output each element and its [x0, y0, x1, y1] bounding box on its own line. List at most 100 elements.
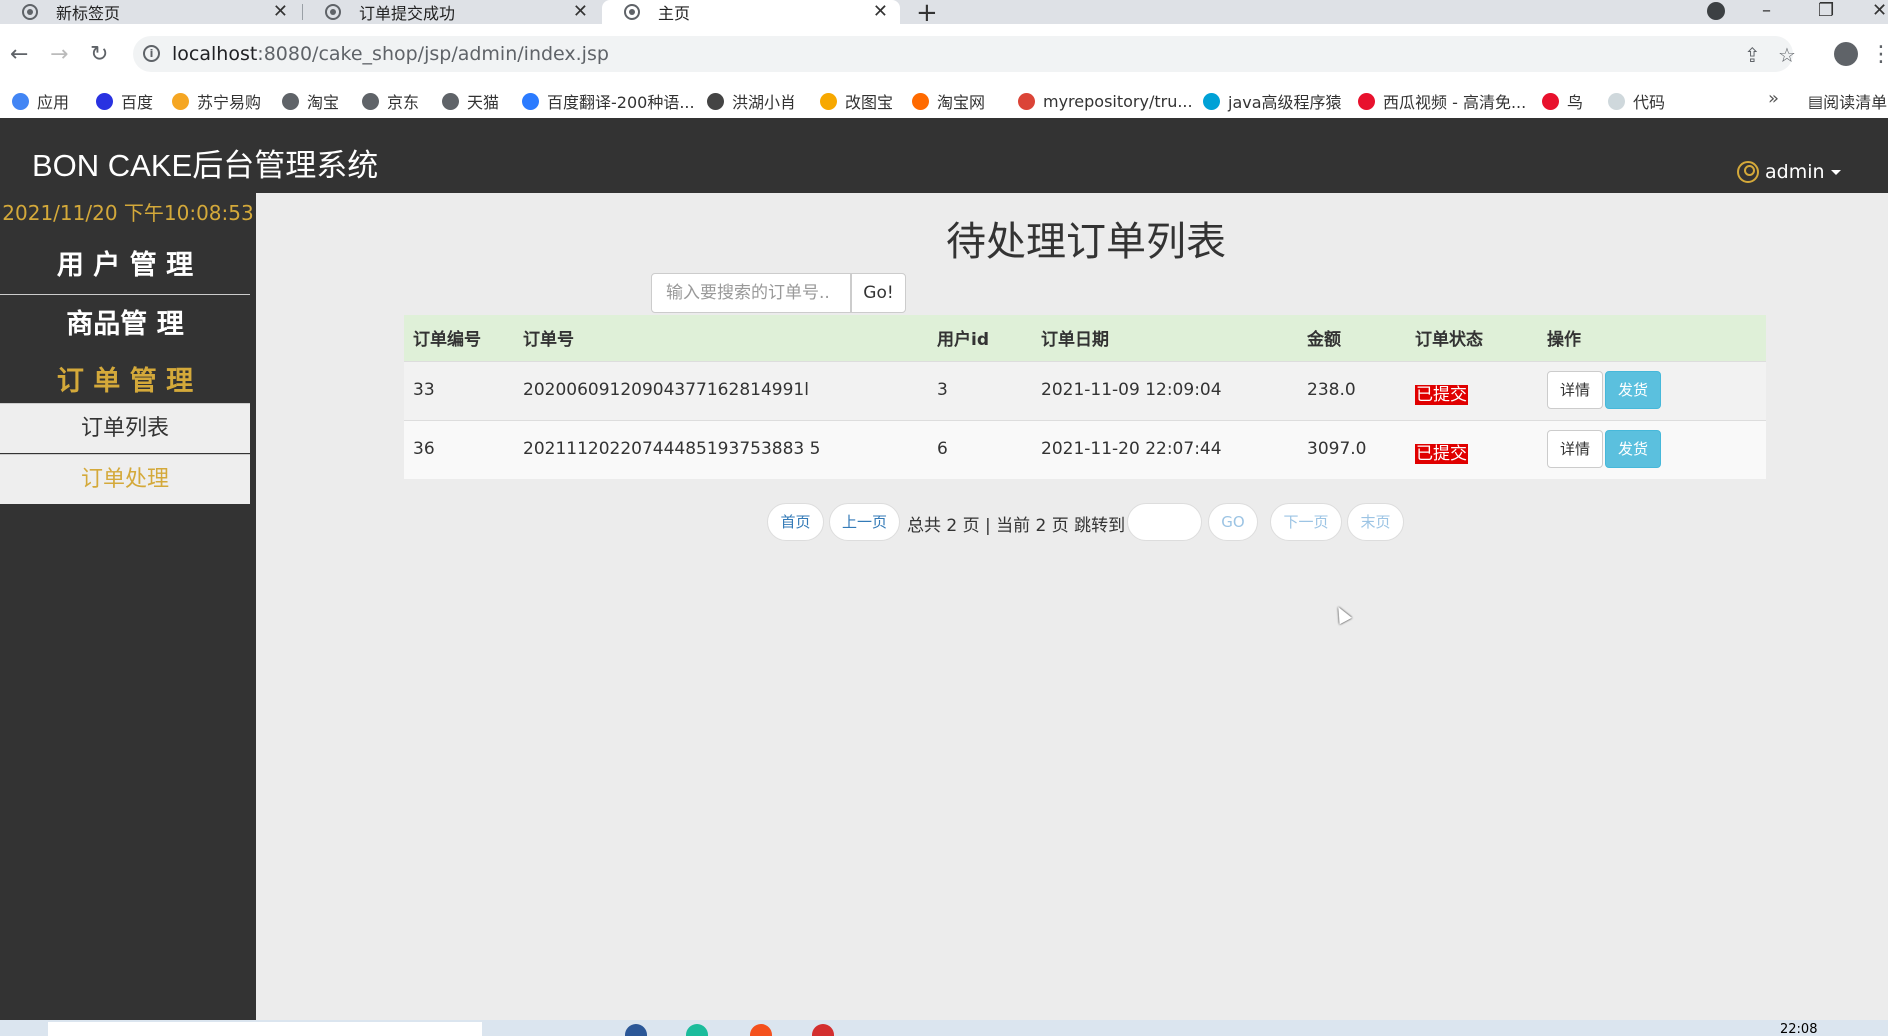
share-icon[interactable]: ⇪	[1744, 43, 1761, 67]
reading-list-button[interactable]: ▤ 阅读清单	[1808, 84, 1887, 118]
window-close-icon[interactable]: ✕	[1872, 0, 1887, 21]
profile-avatar-icon[interactable]	[1834, 42, 1858, 66]
bookmark-item[interactable]: java高级程序猿	[1203, 84, 1342, 118]
baidu-translate-icon	[522, 92, 539, 110]
pager-prev-button[interactable]: 上一页	[829, 503, 900, 541]
pager-go-button[interactable]: GO	[1208, 503, 1258, 541]
bookmark-item[interactable]: 百度翻译-200种语...	[522, 84, 695, 118]
pager-next-button[interactable]: 下一页	[1270, 503, 1342, 541]
live-clock: 2021/11/20 下午10:08:53	[2, 201, 254, 225]
user-dropdown[interactable]: admin	[1737, 161, 1841, 183]
status-badge: 已提交	[1415, 384, 1468, 405]
cell-status: 已提交	[1406, 360, 1538, 420]
os-taskbar: 22:08	[0, 1020, 1888, 1036]
cell-order-id: 20200609120904377162814991l	[514, 360, 928, 420]
bookmark-item[interactable]: 苏宁易购	[172, 84, 261, 118]
bookmark-item[interactable]: 淘宝网	[912, 84, 985, 118]
bookmark-label: 天猫	[467, 93, 500, 112]
tab-search-icon[interactable]	[1707, 2, 1725, 20]
forward-arrow-icon[interactable]: →	[50, 42, 68, 67]
url-text[interactable]: localhost:8080/cake_shop/jsp/admin/index…	[172, 43, 609, 65]
omnibox[interactable]: i localhost:8080/cake_shop/jsp/admin/ind…	[133, 36, 1796, 72]
bookmark-label: 百度	[121, 93, 154, 112]
bookmark-item[interactable]: 天猫	[442, 84, 499, 118]
code-icon	[1608, 92, 1625, 110]
menu-product-management[interactable]: 商品管 理	[0, 302, 250, 341]
menu-order-management[interactable]: 订 单 管 理	[0, 359, 250, 398]
col-header-actions: 操作	[1538, 315, 1766, 361]
detail-button[interactable]: 详情	[1547, 429, 1603, 468]
cell-user-id: 3	[928, 360, 1032, 420]
ship-button[interactable]: 发货	[1605, 370, 1661, 409]
bookmark-label: myrepository/tru...	[1043, 91, 1193, 111]
bookmark-item[interactable]: 京东	[362, 84, 419, 118]
bookmark-item[interactable]: 应用	[12, 84, 69, 118]
bookmark-item[interactable]: 洪湖小肖	[707, 84, 796, 118]
tab-home[interactable]: 主页 ✕	[602, 0, 900, 24]
globe-icon	[325, 4, 341, 20]
orders-table: 订单编号 订单号 用户id 订单日期 金额 订单状态 操作 33 2020060…	[404, 315, 1766, 479]
bookmark-label: 百度翻译-200种语...	[547, 93, 695, 112]
reload-icon[interactable]: ↻	[90, 42, 108, 67]
cell-order-id: 20211120220744485193753883 5	[514, 419, 928, 479]
bookmark-label: 西瓜视频 - 高清免...	[1383, 93, 1527, 112]
bookmark-item[interactable]: 淘宝	[282, 84, 339, 118]
taskbar-chrome-icon[interactable]	[750, 1024, 772, 1036]
tab-order-success[interactable]: 订单提交成功 ✕	[303, 0, 600, 24]
order-search-input[interactable]	[651, 273, 851, 313]
bookmark-star-icon[interactable]: ☆	[1778, 43, 1796, 67]
site-info-icon[interactable]: i	[143, 45, 160, 62]
bookmark-item[interactable]: 百度	[96, 84, 153, 118]
bookmark-item[interactable]: 鸟	[1542, 84, 1583, 118]
url-path: :8080/cake_shop/jsp/admin/index.jsp	[257, 43, 609, 65]
restore-icon[interactable]: ❐	[1818, 0, 1834, 21]
cell-amount: 3097.0	[1298, 419, 1406, 479]
bookmark-label: 洪湖小肖	[732, 93, 797, 112]
bookmark-item[interactable]: 西瓜视频 - 高清免...	[1358, 84, 1526, 118]
bird-red-icon	[1542, 92, 1559, 110]
menu-user-management[interactable]: 用 户 管 理	[0, 243, 250, 282]
taobao-icon	[912, 92, 929, 110]
ship-button[interactable]: 发货	[1605, 429, 1661, 468]
menu-kebab-icon[interactable]: ⋮	[1870, 42, 1888, 67]
pager-jump-input[interactable]	[1127, 503, 1202, 541]
globe-icon	[362, 92, 379, 110]
bookmarks-more-icon[interactable]: »	[1768, 88, 1779, 109]
tab-title: 订单提交成功	[359, 4, 456, 23]
page-title: 待处理订单列表	[946, 219, 1226, 265]
col-header-user-id: 用户id	[928, 315, 1032, 361]
pager-last-button[interactable]: 末页	[1347, 503, 1404, 541]
back-arrow-icon[interactable]: ←	[10, 42, 28, 67]
close-icon[interactable]: ✕	[273, 0, 288, 24]
sidebar: 2021/11/20 下午10:08:53 用 户 管 理 商品管 理 订 单 …	[0, 193, 256, 1020]
taskbar-app-icon[interactable]	[625, 1024, 647, 1036]
search-go-button[interactable]: Go!	[851, 273, 906, 313]
close-icon[interactable]: ✕	[573, 0, 588, 24]
bookmark-label: 代码	[1633, 93, 1666, 112]
tab-new-tab[interactable]: 新标签页 ✕	[0, 0, 300, 24]
bookmark-item[interactable]: 代码	[1608, 84, 1665, 118]
detail-button[interactable]: 详情	[1547, 370, 1603, 409]
sidebar-item-order-list[interactable]: 订单列表	[0, 403, 250, 453]
close-icon[interactable]: ✕	[873, 0, 888, 24]
taskbar-app-icon[interactable]	[686, 1024, 708, 1036]
sidebar-item-order-process[interactable]: 订单处理	[0, 454, 250, 504]
taskbar-search-box[interactable]	[48, 1022, 482, 1036]
minimize-icon[interactable]: –	[1762, 0, 1771, 21]
bookmark-item[interactable]: myrepository/tru...	[1018, 84, 1193, 118]
bookmark-item[interactable]: 改图宝	[820, 84, 893, 118]
menu-divider	[0, 294, 250, 295]
suning-icon	[172, 92, 189, 110]
pager-first-button[interactable]: 首页	[767, 503, 824, 541]
bilibili-icon	[1203, 92, 1220, 110]
cell-actions: 详情 发货	[1538, 419, 1766, 479]
cell-order-date: 2021-11-20 22:07:44	[1032, 419, 1298, 479]
table-row: 33 20200609120904377162814991l 3 2021-11…	[404, 360, 1766, 420]
cell-order-no: 36	[404, 419, 514, 479]
bookmark-label: 淘宝	[307, 93, 340, 112]
apps-grid-icon	[12, 92, 29, 110]
taskbar-app-icon[interactable]	[812, 1024, 834, 1036]
pager-info: 总共 2 页 | 当前 2 页 跳转到	[907, 515, 1126, 536]
brand-title[interactable]: BON CAKE后台管理系统	[32, 140, 378, 185]
table-row: 36 20211120220744485193753883 5 6 2021-1…	[404, 419, 1766, 479]
